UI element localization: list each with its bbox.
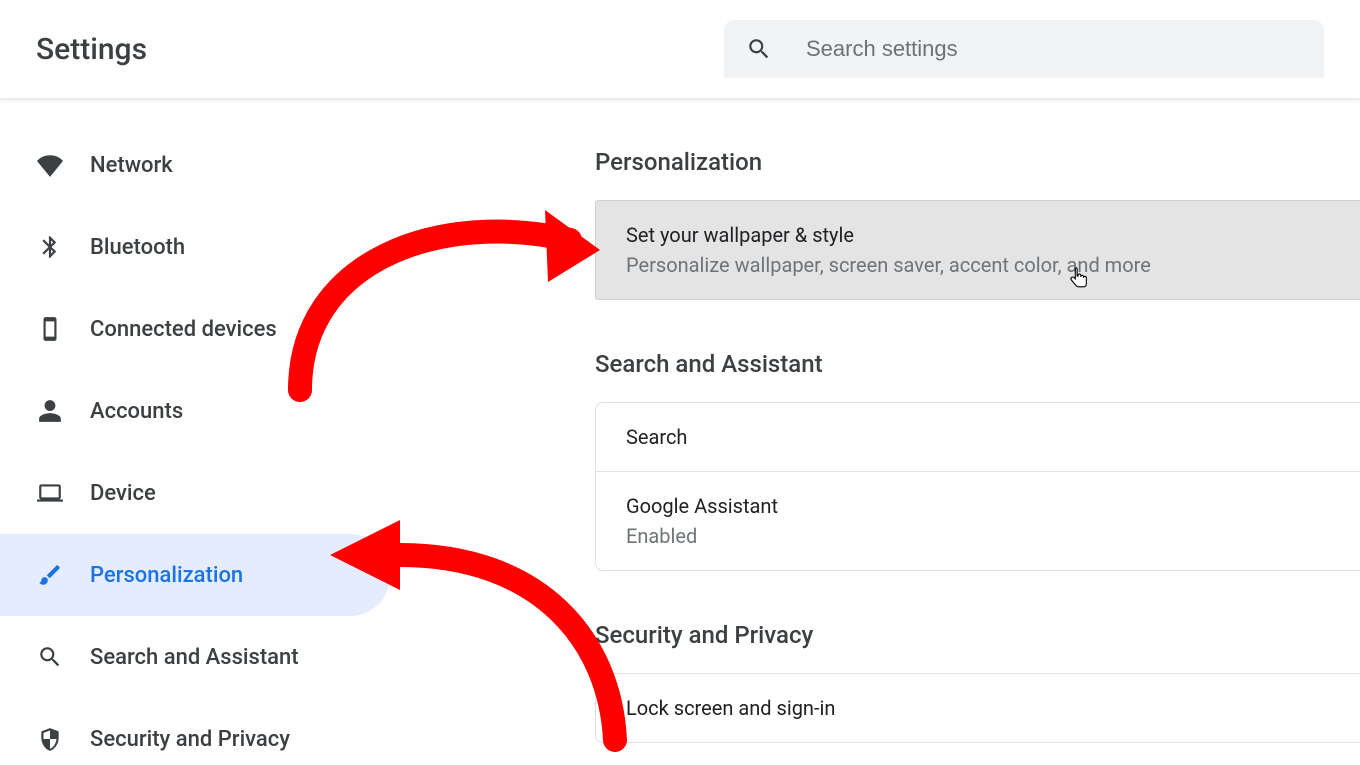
section-search-assistant: Search and Assistant Search Google Assis…	[595, 350, 1360, 571]
brush-icon	[36, 561, 64, 589]
sidebar-item-label: Search and Assistant	[90, 645, 299, 670]
settings-card: Search Google Assistant Enabled	[595, 402, 1360, 571]
row-set-wallpaper-style[interactable]: Set your wallpaper & style Personalize w…	[596, 201, 1360, 299]
shield-icon	[36, 725, 64, 753]
search-icon	[36, 643, 64, 671]
search-input[interactable]	[806, 36, 1302, 62]
sidebar-item-device[interactable]: Device	[0, 452, 390, 534]
row-primary: Lock screen and sign-in	[626, 696, 1330, 720]
sidebar-item-label: Security and Privacy	[90, 727, 290, 752]
pointer-cursor-icon	[1068, 266, 1090, 292]
sidebar-item-label: Bluetooth	[90, 235, 185, 260]
main-content: Personalization Set your wallpaper & sty…	[400, 100, 1360, 765]
sidebar: Network Bluetooth Connected devices Acco…	[0, 100, 400, 765]
person-icon	[36, 397, 64, 425]
settings-card: Lock screen and sign-in	[595, 673, 1360, 743]
row-secondary: Personalize wallpaper, screen saver, acc…	[626, 253, 1330, 277]
page-title: Settings	[36, 32, 147, 67]
section-title: Personalization	[595, 148, 1360, 176]
app-header: Settings	[0, 0, 1360, 100]
row-google-assistant[interactable]: Google Assistant Enabled	[596, 471, 1360, 570]
section-title: Security and Privacy	[595, 621, 1360, 649]
row-primary: Set your wallpaper & style	[626, 223, 1330, 247]
phone-icon	[36, 315, 64, 343]
search-icon	[746, 36, 772, 62]
sidebar-item-connected-devices[interactable]: Connected devices	[0, 288, 390, 370]
row-lock-screen[interactable]: Lock screen and sign-in	[596, 674, 1360, 742]
section-security-privacy: Security and Privacy Lock screen and sig…	[595, 621, 1360, 743]
sidebar-item-label: Network	[90, 153, 173, 178]
search-field[interactable]	[724, 20, 1324, 78]
sidebar-item-accounts[interactable]: Accounts	[0, 370, 390, 452]
sidebar-item-label: Accounts	[90, 399, 183, 424]
sidebar-item-search-assistant[interactable]: Search and Assistant	[0, 616, 390, 698]
row-primary: Google Assistant	[626, 494, 1330, 518]
wifi-icon	[36, 151, 64, 179]
section-title: Search and Assistant	[595, 350, 1360, 378]
sidebar-item-label: Device	[90, 481, 156, 506]
settings-card: Set your wallpaper & style Personalize w…	[595, 200, 1360, 300]
sidebar-item-security-privacy[interactable]: Security and Privacy	[0, 698, 390, 765]
sidebar-item-bluetooth[interactable]: Bluetooth	[0, 206, 390, 288]
row-search[interactable]: Search	[596, 403, 1360, 471]
row-secondary: Enabled	[626, 524, 1330, 548]
sidebar-item-label: Personalization	[90, 563, 243, 588]
bluetooth-icon	[36, 233, 64, 261]
sidebar-item-label: Connected devices	[90, 317, 277, 342]
section-personalization: Personalization Set your wallpaper & sty…	[595, 148, 1360, 300]
sidebar-item-network[interactable]: Network	[0, 124, 390, 206]
sidebar-item-personalization[interactable]: Personalization	[0, 534, 390, 616]
row-primary: Search	[626, 425, 1330, 449]
laptop-icon	[36, 479, 64, 507]
